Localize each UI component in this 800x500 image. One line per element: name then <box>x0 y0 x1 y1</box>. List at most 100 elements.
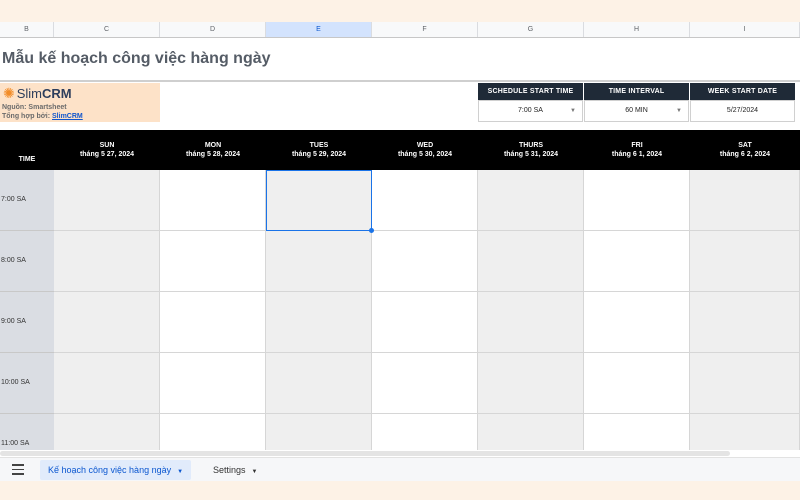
tab-settings[interactable]: Settings ▼ <box>205 460 265 480</box>
fill-handle[interactable] <box>369 228 374 233</box>
day-header-sat: SAT tháng 6 2, 2024 <box>719 142 771 158</box>
column-header-b[interactable]: B <box>0 22 54 37</box>
schedule-cell[interactable] <box>690 231 800 292</box>
scrollbar-thumb[interactable] <box>0 451 730 456</box>
schedule-cell[interactable] <box>690 292 800 353</box>
tab-daily-plan-label: Kế hoạch công việc hàng ngày <box>48 465 172 475</box>
time-cell[interactable]: 8:00 SA <box>0 231 54 292</box>
time-interval-value: 60 MIN <box>625 107 648 114</box>
column-header-i[interactable]: I <box>690 22 800 37</box>
time-header: TIME <box>18 156 36 163</box>
schedule-cell[interactable] <box>54 231 160 292</box>
schedule-cell[interactable] <box>584 231 690 292</box>
logo-text-bold: CRM <box>42 86 72 101</box>
column-header-c[interactable]: C <box>54 22 160 37</box>
schedule-cell[interactable] <box>372 170 478 231</box>
sheet-tab-bar: Kế hoạch công việc hàng ngày ▼ Settings ▼ <box>0 457 800 481</box>
schedule-cell[interactable] <box>478 292 584 353</box>
schedule-cell[interactable] <box>54 292 160 353</box>
time-interval: TIME INTERVAL 60 MIN ▼ <box>584 83 689 122</box>
schedule-cell[interactable] <box>266 292 372 353</box>
caret-down-icon[interactable]: ▼ <box>177 469 183 475</box>
column-header-g[interactable]: G <box>478 22 584 37</box>
week-start-date: WEEK START DATE 5/27/2024 <box>690 83 795 122</box>
sun-icon: ✺ <box>3 85 15 101</box>
schedule-cell[interactable] <box>372 292 478 353</box>
time-label: 9:00 SA <box>1 318 26 325</box>
schedule-cell[interactable] <box>690 414 800 452</box>
schedule-cell[interactable] <box>266 231 372 292</box>
schedule-cell[interactable] <box>54 170 160 231</box>
horizontal-scrollbar[interactable] <box>0 450 800 457</box>
caret-down-icon[interactable]: ▼ <box>252 469 258 475</box>
schedule-start-time-select[interactable]: 7:00 SA ▼ <box>478 100 583 122</box>
day-header-sun: SUN tháng 5 27, 2024 <box>79 142 135 158</box>
schedule-start-time-value: 7:00 SA <box>518 107 543 114</box>
schedule-start-time: SCHEDULE START TIME 7:00 SA ▼ <box>478 83 583 122</box>
schedule-start-time-label: SCHEDULE START TIME <box>478 83 583 100</box>
time-interval-select[interactable]: 60 MIN ▼ <box>584 100 689 122</box>
schedule-cell[interactable] <box>160 231 266 292</box>
schedule-cell[interactable] <box>690 170 800 231</box>
schedule-cell[interactable] <box>478 353 584 414</box>
schedule-cell[interactable] <box>266 170 372 231</box>
schedule-cell[interactable] <box>54 353 160 414</box>
time-label: 8:00 SA <box>1 257 26 264</box>
schedule-cell[interactable] <box>584 170 690 231</box>
day-header-row: TIME SUN tháng 5 27, 2024 MON tháng 5 28, … <box>0 130 800 170</box>
schedule-cell[interactable] <box>54 414 160 452</box>
time-label: 10:00 SA <box>1 379 30 386</box>
schedule-cell[interactable] <box>372 353 478 414</box>
schedule-cell[interactable] <box>690 353 800 414</box>
logo-text-light: Slim <box>16 86 43 101</box>
column-header-d[interactable]: D <box>160 22 266 37</box>
slimcrm-link[interactable]: SlimCRM <box>52 113 83 120</box>
schedule-cell[interactable] <box>266 414 372 452</box>
day-header-tues: TUES tháng 5 29, 2024 <box>291 142 347 158</box>
time-cell[interactable]: 7:00 SA <box>0 170 54 231</box>
tab-daily-plan[interactable]: Kế hoạch công việc hàng ngày ▼ <box>40 460 192 480</box>
column-header-bar: B C D E F G H I <box>0 22 800 38</box>
time-cell[interactable]: 11:00 SA <box>0 414 54 452</box>
page-title: Mẫu kế hoạch công việc hàng ngày <box>2 50 271 67</box>
schedule-cell[interactable] <box>584 353 690 414</box>
schedule-cell[interactable] <box>372 414 478 452</box>
week-start-date-label: WEEK START DATE <box>690 83 795 100</box>
time-label: 7:00 SA <box>1 196 26 203</box>
column-header-f[interactable]: F <box>372 22 478 37</box>
week-start-date-value: 5/27/2024 <box>726 107 759 114</box>
aggregated-by: Tổng hợp bởi: SlimCRM <box>2 113 83 120</box>
dropdown-arrow-icon[interactable]: ▼ <box>570 101 576 121</box>
schedule-cell[interactable] <box>160 170 266 231</box>
spreadsheet-area: B C D E F G H I Mẫu kế hoạch công việc h… <box>0 22 800 452</box>
schedule-cell[interactable] <box>478 414 584 452</box>
time-cell[interactable]: 10:00 SA <box>0 353 54 414</box>
schedule-cell[interactable] <box>584 292 690 353</box>
day-header-fri: FRI tháng 6 1, 2024 <box>611 142 663 158</box>
schedule-cell[interactable] <box>478 170 584 231</box>
schedule-cell[interactable] <box>160 353 266 414</box>
schedule-cell[interactable] <box>160 414 266 452</box>
column-header-h[interactable]: H <box>584 22 690 37</box>
logo-box: ✺ Slim CRM Nguồn: Smartsheet Tổng hợp bởi… <box>0 83 160 122</box>
logo: ✺ Slim CRM <box>3 86 72 101</box>
schedule-cell[interactable] <box>266 353 372 414</box>
schedule-cell[interactable] <box>372 231 478 292</box>
time-label: 11:00 SA <box>1 440 30 447</box>
day-header-wed: WED tháng 5 30, 2024 <box>397 142 453 158</box>
time-interval-label: TIME INTERVAL <box>584 83 689 100</box>
source-text: Nguồn: Smartsheet <box>2 104 67 111</box>
title-divider <box>0 80 800 82</box>
all-sheets-menu-icon[interactable] <box>12 464 24 475</box>
column-header-e[interactable]: E <box>266 22 372 37</box>
week-start-date-input[interactable]: 5/27/2024 <box>690 100 795 122</box>
schedule-cell[interactable] <box>478 231 584 292</box>
day-header-mon: MON tháng 5 28, 2024 <box>185 142 241 158</box>
aggregated-by-label: Tổng hợp bởi: <box>2 113 51 120</box>
day-header-thurs: THURS tháng 5 31, 2024 <box>503 142 559 158</box>
time-cell[interactable]: 9:00 SA <box>0 292 54 353</box>
tab-settings-label: Settings <box>213 465 246 475</box>
schedule-cell[interactable] <box>160 292 266 353</box>
schedule-cell[interactable] <box>584 414 690 452</box>
dropdown-arrow-icon[interactable]: ▼ <box>676 101 682 121</box>
